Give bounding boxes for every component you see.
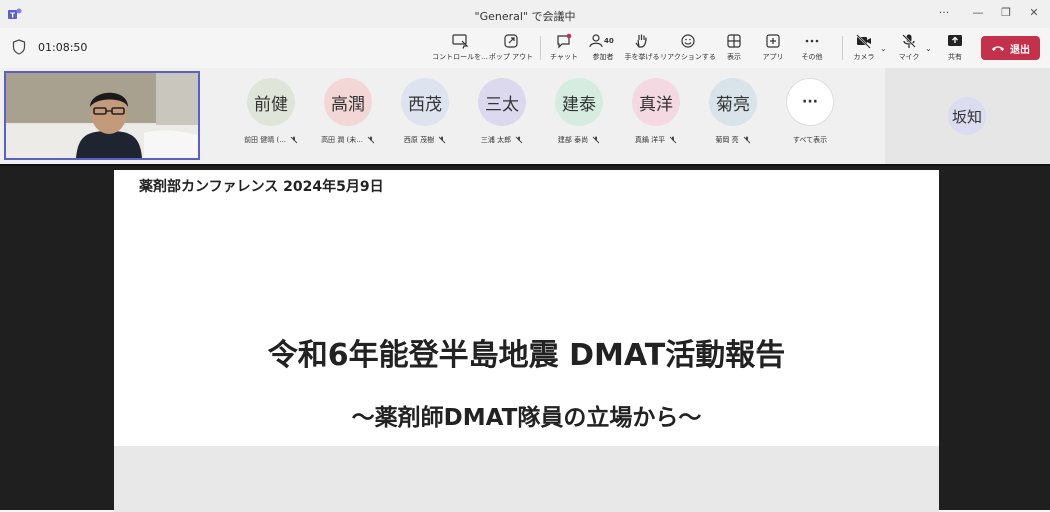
- popout-button[interactable]: ポップ アウト: [483, 31, 539, 65]
- apps-icon: [766, 34, 780, 48]
- control-icon: [452, 34, 469, 49]
- participant-avatar: 前健: [247, 78, 295, 126]
- shared-screen-stage: 薬剤部カンファレンス 2024年5月9日 令和6年能登半島地震 DMAT活動報告…: [0, 164, 1050, 512]
- mic-off-icon: [902, 34, 916, 48]
- participant-avatar: 高潤: [324, 78, 372, 126]
- participant-name: 西原 茂樹: [403, 136, 435, 144]
- self-video-feed: [6, 73, 198, 158]
- popout-label: ポップ アウト: [488, 53, 534, 61]
- phone-hangup-icon: [992, 46, 1004, 51]
- participant-tile[interactable]: 菊亮 菊岡 亮: [698, 78, 768, 145]
- slide-footer-band: [114, 446, 939, 512]
- mic-off-icon: [743, 136, 750, 144]
- participant-tile[interactable]: 高潤 高田 潤 (未...: [313, 78, 383, 145]
- close-button[interactable]: ✕: [1022, 6, 1046, 19]
- share-label: 共有: [948, 53, 962, 61]
- shield-icon[interactable]: [12, 39, 26, 55]
- popout-icon: [504, 34, 518, 48]
- participant-count: 40: [604, 37, 614, 45]
- camera-off-icon: [856, 34, 871, 49]
- participant-name: 建部 泰尚: [557, 136, 589, 144]
- leave-button[interactable]: 退出: [981, 36, 1040, 60]
- reaction-icon: [681, 34, 695, 48]
- restore-button[interactable]: ❐: [994, 6, 1018, 19]
- slide-conference-header: 薬剤部カンファレンス 2024年5月9日: [139, 179, 384, 195]
- mic-off-icon: [592, 136, 600, 144]
- share-icon: [948, 35, 962, 46]
- participant-avatar: 建泰: [555, 78, 603, 126]
- mic-off-icon: [669, 136, 677, 144]
- participant-name: 前田 健晴 (...: [244, 136, 286, 144]
- participant-tile[interactable]: 建泰 建部 泰尚: [544, 78, 614, 145]
- participant-avatar: 三太: [478, 78, 526, 126]
- chat-icon: [557, 33, 572, 49]
- participant-tile[interactable]: 西茂 西原 茂樹: [390, 78, 460, 145]
- slide-title: 令和6年能登半島地震 DMAT活動報告: [267, 338, 786, 373]
- title-bar: T "General" で会議中 ··· — ❐ ✕: [0, 0, 1050, 28]
- participant-tile[interactable]: 真洋 真鍋 洋平: [621, 78, 691, 145]
- participant-tile[interactable]: 前健 前田 健晴 (...: [236, 78, 306, 145]
- participant-name: 菊岡 亮: [715, 136, 739, 144]
- meeting-toolbar: 01:08:50 コントロールを... ポップ アウト チャット 40 参加者 …: [0, 28, 1050, 68]
- presentation-slide: 薬剤部カンファレンス 2024年5月9日 令和6年能登半島地震 DMAT活動報告…: [114, 170, 939, 512]
- take-control-button[interactable]: コントロールを...: [432, 31, 488, 65]
- hand-icon: [635, 34, 647, 48]
- participant-name: 高田 潤 (未...: [321, 136, 363, 144]
- meeting-timer: 01:08:50: [38, 41, 88, 54]
- minimize-button[interactable]: —: [966, 6, 990, 19]
- participant-tile[interactable]: 三太 三浦 太郎: [467, 78, 537, 145]
- show-all-label: すべて表示: [792, 136, 828, 144]
- window-title: "General" で会議中: [474, 10, 576, 23]
- more-button[interactable]: その他: [784, 31, 840, 65]
- spotlight-participant-tile[interactable]: 坂知: [885, 68, 1050, 164]
- leave-label: 退出: [1010, 44, 1030, 56]
- share-button[interactable]: 共有: [927, 31, 983, 65]
- participant-avatar: 菊亮: [709, 78, 757, 126]
- participant-name: 三浦 太郎: [480, 136, 512, 144]
- view-icon: [727, 34, 741, 48]
- show-all-participants-button[interactable]: ··· すべて表示: [775, 78, 845, 145]
- participant-avatar: 西茂: [401, 78, 449, 126]
- participant-name: 真鍋 洋平: [634, 136, 666, 144]
- window-menu-button[interactable]: ···: [932, 6, 956, 19]
- mic-off-icon: [367, 136, 375, 144]
- slide-subtitle: ～薬剤師DMAT隊員の立場から～: [351, 405, 702, 431]
- more-label: その他: [801, 53, 823, 61]
- mic-off-icon: [438, 136, 446, 144]
- more-icon: [805, 39, 819, 43]
- participant-avatar: 坂知: [948, 97, 986, 135]
- mic-off-icon: [290, 136, 298, 144]
- participant-avatar: 真洋: [632, 78, 680, 126]
- more-participants-icon: ···: [786, 78, 834, 126]
- self-video-tile[interactable]: [4, 71, 200, 160]
- mic-off-icon: [515, 136, 523, 144]
- participant-strip: 前健 前田 健晴 (... 高潤 高田 潤 (未... 西茂 西原 茂樹 三太 …: [0, 68, 1050, 164]
- take-control-label: コントロールを...: [432, 53, 488, 61]
